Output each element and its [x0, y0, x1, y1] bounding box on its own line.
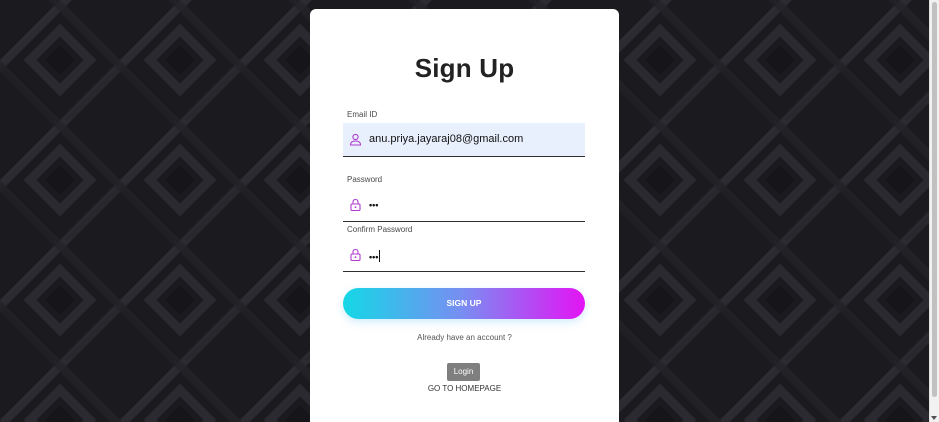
password-value: ••• — [369, 200, 379, 210]
lock-icon — [350, 248, 361, 261]
signup-card: Sign Up Email ID anu.priya.jayaraj08@gma… — [310, 9, 619, 422]
confirm-password-dots: ••• — [369, 252, 379, 262]
email-field[interactable]: anu.priya.jayaraj08@gmail.com — [343, 123, 585, 157]
already-have-account-text: Already have an account ? — [417, 333, 512, 342]
email-value: anu.priya.jayaraj08@gmail.com — [369, 133, 524, 145]
scrollbar-thumb[interactable] — [932, 2, 937, 397]
text-caret — [379, 250, 381, 262]
go-to-homepage-link[interactable]: GO TO HOMEPAGE — [310, 384, 619, 393]
login-button[interactable]: Login — [447, 363, 480, 381]
confirm-password-field[interactable]: ••• — [343, 238, 585, 272]
user-icon — [349, 133, 362, 146]
scroll-down-arrow-icon[interactable] — [931, 416, 937, 420]
password-field[interactable]: ••• — [343, 188, 585, 222]
confirm-password-value: ••• — [369, 250, 381, 262]
signup-button[interactable]: SIGN UP — [343, 288, 585, 319]
email-label: Email ID — [347, 110, 378, 119]
page-title: Sign Up — [414, 53, 515, 83]
lock-icon — [350, 198, 361, 211]
password-label: Password — [347, 175, 383, 184]
confirm-password-label: Confirm Password — [347, 225, 413, 234]
vertical-scrollbar[interactable] — [929, 0, 939, 422]
